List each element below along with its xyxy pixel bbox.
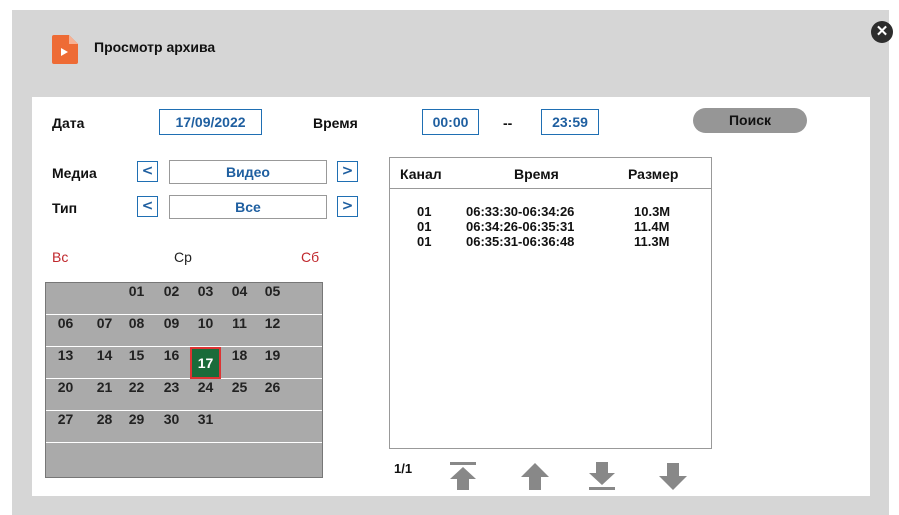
- calendar-day[interactable]: 13: [50, 347, 81, 379]
- media-label: Медиа: [52, 165, 97, 181]
- calendar-day[interactable]: 06: [50, 315, 81, 347]
- calendar-day[interactable]: 01: [121, 283, 152, 315]
- calendar-day[interactable]: 25: [224, 379, 255, 411]
- calendar-day[interactable]: 20: [50, 379, 81, 411]
- page-up-icon[interactable]: [520, 462, 550, 491]
- calendar-week-row: 01 02 03 04 05: [46, 283, 322, 315]
- calendar-week-row: 27 28 29 30 31: [46, 411, 322, 443]
- cell-channel: 01: [417, 219, 432, 234]
- calendar-day[interactable]: 28: [89, 411, 120, 443]
- calendar-day-selected[interactable]: 17: [190, 347, 221, 379]
- column-header-channel: Канал: [400, 166, 442, 182]
- column-header-time: Время: [514, 166, 559, 182]
- cell-size: 11.3M: [634, 234, 670, 249]
- media-next-button[interactable]: >: [337, 161, 358, 182]
- media-prev-button[interactable]: <: [137, 161, 158, 182]
- type-prev-button[interactable]: <: [137, 196, 158, 217]
- calendar-day[interactable]: 29: [121, 411, 152, 443]
- calendar-week-row: 20 21 22 23 24 25 26: [46, 379, 322, 411]
- calendar-day[interactable]: 23: [156, 379, 187, 411]
- calendar-day[interactable]: 03: [190, 283, 221, 315]
- page-indicator: 1/1: [394, 461, 413, 476]
- calendar-day[interactable]: 24: [190, 379, 221, 411]
- cell-time: 06:34:26-06:35:31: [466, 219, 575, 234]
- calendar-day[interactable]: 05: [257, 283, 288, 315]
- type-next-button[interactable]: >: [337, 196, 358, 217]
- cell-size: 10.3M: [634, 204, 671, 219]
- close-button[interactable]: ✕: [871, 21, 893, 43]
- type-select[interactable]: Все: [169, 195, 327, 219]
- results-header: Канал Время Размер: [390, 158, 711, 189]
- calendar-day[interactable]: 08: [121, 315, 152, 347]
- calendar-day[interactable]: 14: [89, 347, 120, 379]
- weekday-sunday: Вс: [52, 249, 69, 265]
- time-label: Время: [313, 115, 358, 131]
- cell-time: 06:35:31-06:36:48: [466, 234, 575, 249]
- calendar-day[interactable]: 19: [257, 347, 288, 379]
- media-select[interactable]: Видео: [169, 160, 327, 184]
- table-row[interactable]: 01 06:34:26-06:35:31 11.4M: [390, 219, 711, 234]
- calendar-week-row: 06 07 08 09 10 11 12: [46, 315, 322, 347]
- column-header-size: Размер: [628, 166, 679, 182]
- calendar-day[interactable]: 02: [156, 283, 187, 315]
- calendar-grid: 01 02 03 04 05 06 07 08 09 10 11 12 13 14 15 16 17 18 19 20…: [45, 282, 323, 478]
- calendar-day[interactable]: 21: [89, 379, 120, 411]
- search-button[interactable]: Поиск: [693, 108, 807, 133]
- first-page-icon[interactable]: [448, 461, 478, 491]
- weekday-saturday: Сб: [301, 249, 320, 265]
- page-title: Просмотр архива: [94, 39, 216, 55]
- calendar-day[interactable]: 18: [224, 347, 255, 379]
- calendar-day[interactable]: 27: [50, 411, 81, 443]
- time-from-input[interactable]: 00:00: [422, 109, 479, 135]
- type-label: Тип: [52, 200, 78, 216]
- table-row[interactable]: 01 06:35:31-06:36:48 11.3M: [390, 234, 711, 249]
- close-icon: ✕: [875, 23, 889, 40]
- time-to-input[interactable]: 23:59: [541, 109, 599, 135]
- results-table: Канал Время Размер 01 06:33:30-06:34:26 10…: [389, 157, 712, 449]
- calendar-day[interactable]: 10: [190, 315, 221, 347]
- weekday-wednesday: Ср: [174, 249, 192, 265]
- cell-time: 06:33:30-06:34:26: [466, 204, 575, 219]
- calendar-day[interactable]: 30: [156, 411, 187, 443]
- last-page-icon[interactable]: [587, 461, 617, 491]
- time-separator: --: [503, 115, 513, 131]
- table-row[interactable]: 01 06:33:30-06:34:26 10.3M: [390, 204, 711, 219]
- calendar-day[interactable]: 31: [190, 411, 221, 443]
- calendar-day[interactable]: 16: [156, 347, 187, 379]
- page-down-icon[interactable]: [658, 462, 688, 491]
- date-input[interactable]: 17/09/2022: [159, 109, 262, 135]
- calendar-day[interactable]: 04: [224, 283, 255, 315]
- date-label: Дата: [52, 115, 85, 131]
- calendar-day[interactable]: 15: [121, 347, 152, 379]
- calendar-day[interactable]: 12: [257, 315, 288, 347]
- calendar-week-row: 13 14 15 16 17 18 19: [46, 347, 322, 379]
- cell-channel: 01: [417, 204, 432, 219]
- cell-size: 11.4M: [634, 219, 670, 234]
- cell-channel: 01: [417, 234, 432, 249]
- calendar-day[interactable]: 11: [224, 315, 255, 347]
- play-file-icon: [52, 35, 78, 64]
- calendar-day[interactable]: 26: [257, 379, 288, 411]
- calendar-day[interactable]: 22: [121, 379, 152, 411]
- calendar-day[interactable]: 07: [89, 315, 120, 347]
- calendar-day[interactable]: 09: [156, 315, 187, 347]
